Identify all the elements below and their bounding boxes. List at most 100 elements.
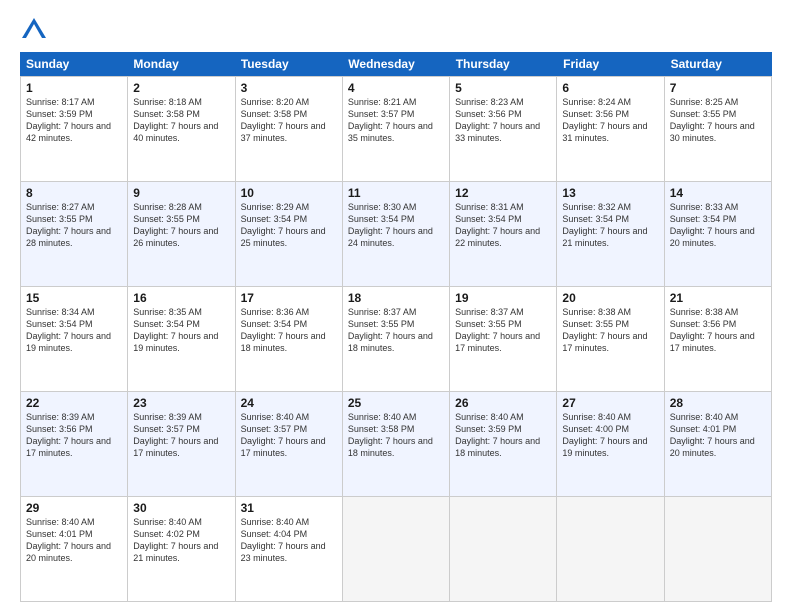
day-cell-28: 28Sunrise: 8:40 AMSunset: 4:01 PMDayligh… xyxy=(665,392,772,497)
day-info: Sunrise: 8:38 AMSunset: 3:55 PMDaylight:… xyxy=(562,306,658,355)
day-cell-14: 14Sunrise: 8:33 AMSunset: 3:54 PMDayligh… xyxy=(665,182,772,287)
day-number: 24 xyxy=(241,396,337,410)
logo-icon xyxy=(20,16,48,44)
week-row-2: 8Sunrise: 8:27 AMSunset: 3:55 PMDaylight… xyxy=(21,182,772,287)
day-number: 17 xyxy=(241,291,337,305)
day-cell-31: 31Sunrise: 8:40 AMSunset: 4:04 PMDayligh… xyxy=(236,497,343,602)
day-number: 11 xyxy=(348,186,444,200)
page: SundayMondayTuesdayWednesdayThursdayFrid… xyxy=(0,0,792,612)
day-cell-2: 2Sunrise: 8:18 AMSunset: 3:58 PMDaylight… xyxy=(128,77,235,182)
day-info: Sunrise: 8:32 AMSunset: 3:54 PMDaylight:… xyxy=(562,201,658,250)
day-info: Sunrise: 8:20 AMSunset: 3:58 PMDaylight:… xyxy=(241,96,337,145)
day-info: Sunrise: 8:38 AMSunset: 3:56 PMDaylight:… xyxy=(670,306,766,355)
header-day-saturday: Saturday xyxy=(665,52,772,76)
header-day-monday: Monday xyxy=(127,52,234,76)
day-number: 26 xyxy=(455,396,551,410)
day-info: Sunrise: 8:40 AMSunset: 4:00 PMDaylight:… xyxy=(562,411,658,460)
day-number: 31 xyxy=(241,501,337,515)
day-cell-26: 26Sunrise: 8:40 AMSunset: 3:59 PMDayligh… xyxy=(450,392,557,497)
day-cell-24: 24Sunrise: 8:40 AMSunset: 3:57 PMDayligh… xyxy=(236,392,343,497)
header-day-tuesday: Tuesday xyxy=(235,52,342,76)
day-number: 15 xyxy=(26,291,122,305)
day-cell-5: 5Sunrise: 8:23 AMSunset: 3:56 PMDaylight… xyxy=(450,77,557,182)
week-row-5: 29Sunrise: 8:40 AMSunset: 4:01 PMDayligh… xyxy=(21,497,772,602)
day-info: Sunrise: 8:37 AMSunset: 3:55 PMDaylight:… xyxy=(348,306,444,355)
day-number: 6 xyxy=(562,81,658,95)
day-cell-19: 19Sunrise: 8:37 AMSunset: 3:55 PMDayligh… xyxy=(450,287,557,392)
day-cell-23: 23Sunrise: 8:39 AMSunset: 3:57 PMDayligh… xyxy=(128,392,235,497)
day-number: 5 xyxy=(455,81,551,95)
day-info: Sunrise: 8:35 AMSunset: 3:54 PMDaylight:… xyxy=(133,306,229,355)
day-cell-7: 7Sunrise: 8:25 AMSunset: 3:55 PMDaylight… xyxy=(665,77,772,182)
day-number: 16 xyxy=(133,291,229,305)
day-info: Sunrise: 8:40 AMSunset: 4:04 PMDaylight:… xyxy=(241,516,337,565)
day-number: 14 xyxy=(670,186,766,200)
day-info: Sunrise: 8:40 AMSunset: 4:01 PMDaylight:… xyxy=(670,411,766,460)
day-info: Sunrise: 8:40 AMSunset: 3:58 PMDaylight:… xyxy=(348,411,444,460)
day-cell-8: 8Sunrise: 8:27 AMSunset: 3:55 PMDaylight… xyxy=(21,182,128,287)
header-day-sunday: Sunday xyxy=(20,52,127,76)
day-info: Sunrise: 8:28 AMSunset: 3:55 PMDaylight:… xyxy=(133,201,229,250)
day-info: Sunrise: 8:40 AMSunset: 4:02 PMDaylight:… xyxy=(133,516,229,565)
day-number: 7 xyxy=(670,81,766,95)
calendar-header: SundayMondayTuesdayWednesdayThursdayFrid… xyxy=(20,52,772,76)
day-cell-29: 29Sunrise: 8:40 AMSunset: 4:01 PMDayligh… xyxy=(21,497,128,602)
day-info: Sunrise: 8:27 AMSunset: 3:55 PMDaylight:… xyxy=(26,201,122,250)
day-info: Sunrise: 8:17 AMSunset: 3:59 PMDaylight:… xyxy=(26,96,122,145)
day-info: Sunrise: 8:31 AMSunset: 3:54 PMDaylight:… xyxy=(455,201,551,250)
day-cell-13: 13Sunrise: 8:32 AMSunset: 3:54 PMDayligh… xyxy=(557,182,664,287)
header-day-thursday: Thursday xyxy=(450,52,557,76)
day-number: 30 xyxy=(133,501,229,515)
day-cell-6: 6Sunrise: 8:24 AMSunset: 3:56 PMDaylight… xyxy=(557,77,664,182)
day-info: Sunrise: 8:39 AMSunset: 3:57 PMDaylight:… xyxy=(133,411,229,460)
week-row-4: 22Sunrise: 8:39 AMSunset: 3:56 PMDayligh… xyxy=(21,392,772,497)
day-cell-16: 16Sunrise: 8:35 AMSunset: 3:54 PMDayligh… xyxy=(128,287,235,392)
day-number: 10 xyxy=(241,186,337,200)
week-row-3: 15Sunrise: 8:34 AMSunset: 3:54 PMDayligh… xyxy=(21,287,772,392)
day-number: 8 xyxy=(26,186,122,200)
day-number: 12 xyxy=(455,186,551,200)
day-cell-21: 21Sunrise: 8:38 AMSunset: 3:56 PMDayligh… xyxy=(665,287,772,392)
day-number: 2 xyxy=(133,81,229,95)
empty-cell xyxy=(343,497,450,602)
day-cell-11: 11Sunrise: 8:30 AMSunset: 3:54 PMDayligh… xyxy=(343,182,450,287)
day-number: 23 xyxy=(133,396,229,410)
day-number: 9 xyxy=(133,186,229,200)
header xyxy=(20,16,772,44)
calendar: SundayMondayTuesdayWednesdayThursdayFrid… xyxy=(20,52,772,602)
day-cell-3: 3Sunrise: 8:20 AMSunset: 3:58 PMDaylight… xyxy=(236,77,343,182)
day-cell-10: 10Sunrise: 8:29 AMSunset: 3:54 PMDayligh… xyxy=(236,182,343,287)
day-number: 18 xyxy=(348,291,444,305)
day-info: Sunrise: 8:25 AMSunset: 3:55 PMDaylight:… xyxy=(670,96,766,145)
day-info: Sunrise: 8:37 AMSunset: 3:55 PMDaylight:… xyxy=(455,306,551,355)
day-number: 4 xyxy=(348,81,444,95)
day-number: 13 xyxy=(562,186,658,200)
day-number: 20 xyxy=(562,291,658,305)
empty-cell xyxy=(557,497,664,602)
day-cell-15: 15Sunrise: 8:34 AMSunset: 3:54 PMDayligh… xyxy=(21,287,128,392)
empty-cell xyxy=(450,497,557,602)
day-number: 25 xyxy=(348,396,444,410)
day-cell-4: 4Sunrise: 8:21 AMSunset: 3:57 PMDaylight… xyxy=(343,77,450,182)
day-info: Sunrise: 8:24 AMSunset: 3:56 PMDaylight:… xyxy=(562,96,658,145)
day-info: Sunrise: 8:21 AMSunset: 3:57 PMDaylight:… xyxy=(348,96,444,145)
day-number: 1 xyxy=(26,81,122,95)
day-cell-20: 20Sunrise: 8:38 AMSunset: 3:55 PMDayligh… xyxy=(557,287,664,392)
day-info: Sunrise: 8:40 AMSunset: 3:57 PMDaylight:… xyxy=(241,411,337,460)
day-cell-1: 1Sunrise: 8:17 AMSunset: 3:59 PMDaylight… xyxy=(21,77,128,182)
day-cell-9: 9Sunrise: 8:28 AMSunset: 3:55 PMDaylight… xyxy=(128,182,235,287)
day-cell-27: 27Sunrise: 8:40 AMSunset: 4:00 PMDayligh… xyxy=(557,392,664,497)
day-info: Sunrise: 8:23 AMSunset: 3:56 PMDaylight:… xyxy=(455,96,551,145)
empty-cell xyxy=(665,497,772,602)
day-cell-18: 18Sunrise: 8:37 AMSunset: 3:55 PMDayligh… xyxy=(343,287,450,392)
day-info: Sunrise: 8:29 AMSunset: 3:54 PMDaylight:… xyxy=(241,201,337,250)
day-info: Sunrise: 8:39 AMSunset: 3:56 PMDaylight:… xyxy=(26,411,122,460)
day-number: 28 xyxy=(670,396,766,410)
header-day-wednesday: Wednesday xyxy=(342,52,449,76)
day-number: 21 xyxy=(670,291,766,305)
calendar-body: 1Sunrise: 8:17 AMSunset: 3:59 PMDaylight… xyxy=(20,76,772,602)
day-number: 29 xyxy=(26,501,122,515)
day-cell-12: 12Sunrise: 8:31 AMSunset: 3:54 PMDayligh… xyxy=(450,182,557,287)
day-info: Sunrise: 8:33 AMSunset: 3:54 PMDaylight:… xyxy=(670,201,766,250)
week-row-1: 1Sunrise: 8:17 AMSunset: 3:59 PMDaylight… xyxy=(21,77,772,182)
